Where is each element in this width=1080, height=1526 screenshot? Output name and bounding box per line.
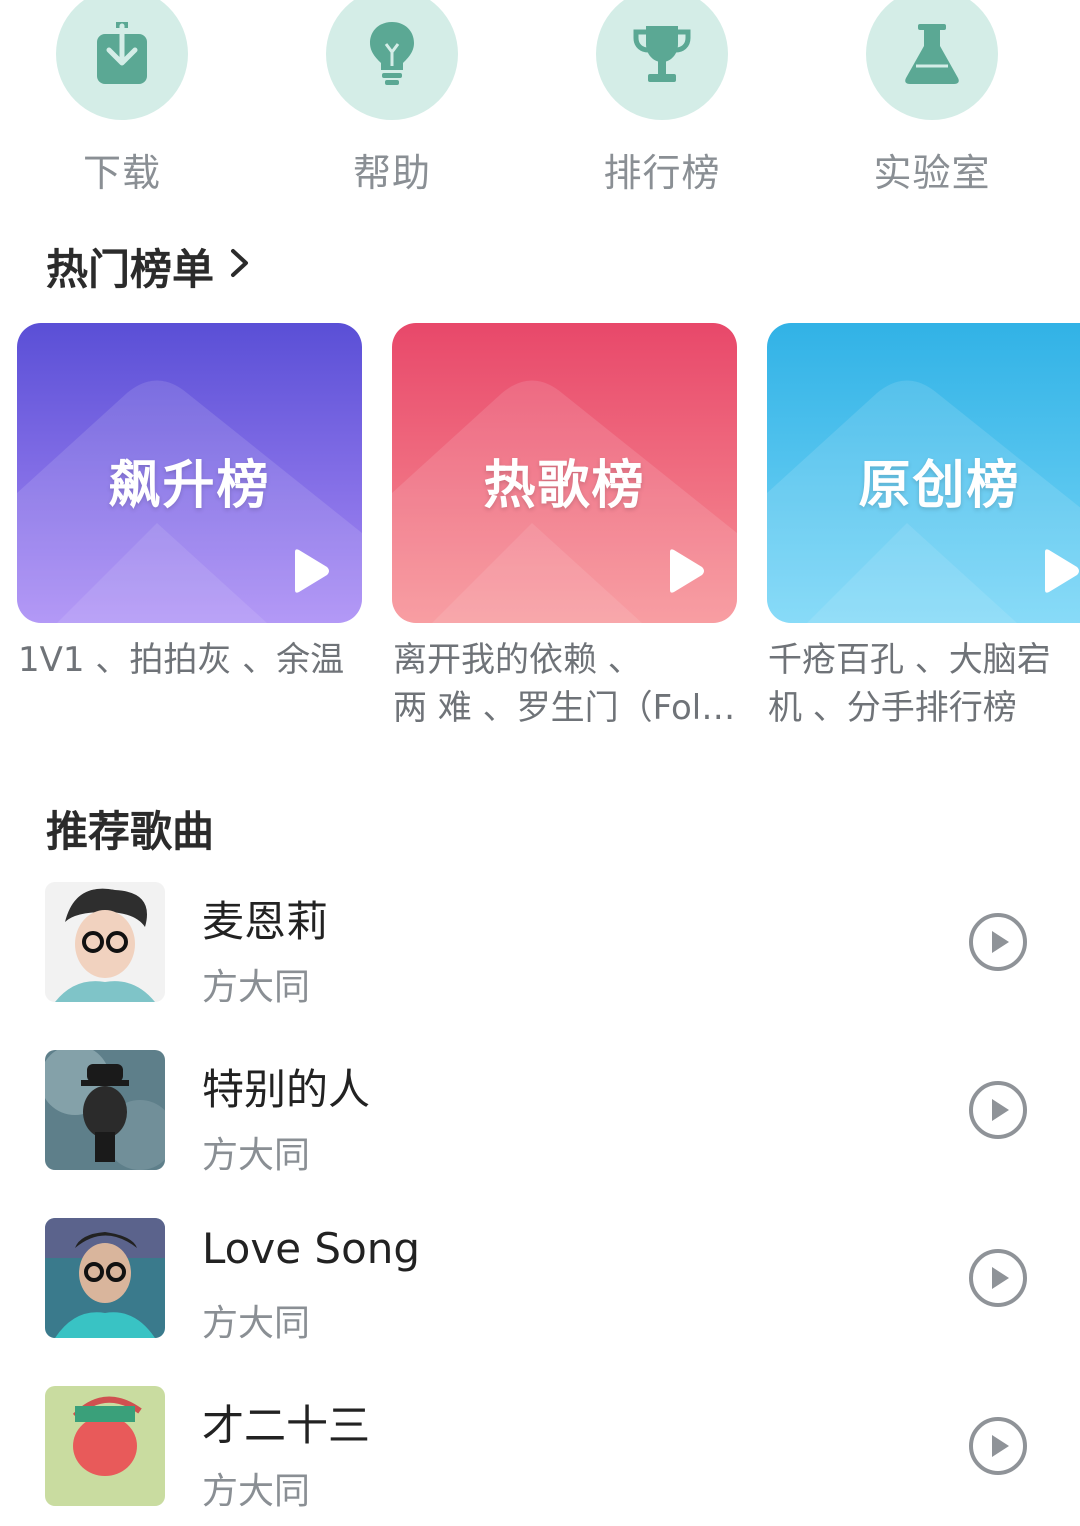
song-artist: 方大同: [202, 967, 311, 1008]
card-title: 热歌榜: [483, 456, 646, 516]
song-item[interactable]: 特别的人 方大同: [0, 1050, 1080, 1190]
quick-actions: 下载 帮助 排行榜 实验室: [0, 0, 1080, 200]
play-circle-icon[interactable]: [968, 1416, 1028, 1480]
play-icon[interactable]: [1039, 548, 1080, 598]
quick-action-label: 实验室: [873, 151, 991, 195]
album-cover: [45, 882, 165, 1002]
chart-card-soaring[interactable]: 飙升榜: [17, 323, 362, 623]
recommended-title: 推荐歌曲: [46, 807, 215, 856]
card-desc-line: 两 难 、罗生门（Follow）: [393, 688, 738, 728]
quick-action-label: 帮助: [352, 151, 431, 195]
play-circle-icon[interactable]: [968, 1080, 1028, 1144]
song-title: 麦恩莉: [202, 897, 329, 946]
song-title: 才二十三: [202, 1401, 371, 1450]
song-item[interactable]: 麦恩莉 方大同: [0, 882, 1080, 1022]
quick-action-help[interactable]: 帮助: [292, 0, 492, 200]
play-icon[interactable]: [289, 548, 331, 598]
hot-charts-title: 热门榜单: [46, 245, 215, 294]
song-title: 特别的人: [202, 1065, 371, 1114]
hot-charts-header[interactable]: 热门榜单: [46, 236, 252, 297]
download-icon: [56, 0, 188, 120]
album-cover: [45, 1386, 165, 1506]
card-title: 飙升榜: [108, 456, 271, 516]
quick-action-label: 下载: [82, 151, 161, 195]
chevron-right-icon: [228, 242, 252, 291]
song-title: Love Song: [202, 1224, 421, 1273]
quick-action-download[interactable]: 下载: [22, 0, 222, 200]
song-item[interactable]: Love Song 方大同: [0, 1218, 1080, 1358]
quick-action-charts[interactable]: 排行榜: [562, 0, 762, 200]
play-icon[interactable]: [664, 548, 706, 598]
song-item[interactable]: 才二十三 方大同: [0, 1386, 1080, 1526]
flask-icon: [866, 0, 998, 120]
card-description: 离开我的依赖 、 两 难 、罗生门（Follow）: [393, 636, 738, 732]
chart-card-hot-songs[interactable]: 热歌榜: [392, 323, 737, 623]
card-description: 千疮百孔 、大脑宕 机 、分手排行榜: [768, 636, 1068, 732]
album-cover: [45, 1218, 165, 1338]
play-circle-icon[interactable]: [968, 912, 1028, 976]
card-description: 1V1 、拍拍灰 、余温: [18, 636, 368, 684]
song-artist: 方大同: [202, 1471, 311, 1512]
trophy-icon: [596, 0, 728, 120]
card-desc-line: 离开我的依赖 、: [393, 640, 642, 680]
card-desc-line: 机 、分手排行榜: [768, 688, 1017, 728]
card-title: 原创榜: [858, 456, 1021, 516]
album-cover: [45, 1050, 165, 1170]
card-desc-line: 千疮百孔 、大脑宕: [768, 640, 1051, 680]
lightbulb-icon: [326, 0, 458, 120]
play-circle-icon[interactable]: [968, 1248, 1028, 1312]
quick-action-label: 排行榜: [603, 151, 721, 195]
song-artist: 方大同: [202, 1303, 311, 1344]
song-artist: 方大同: [202, 1135, 311, 1176]
chart-card-original[interactable]: 原创榜: [767, 323, 1080, 623]
card-desc-line: 1V1 、拍拍灰 、余温: [18, 640, 345, 680]
quick-action-lab[interactable]: 实验室: [832, 0, 1032, 200]
